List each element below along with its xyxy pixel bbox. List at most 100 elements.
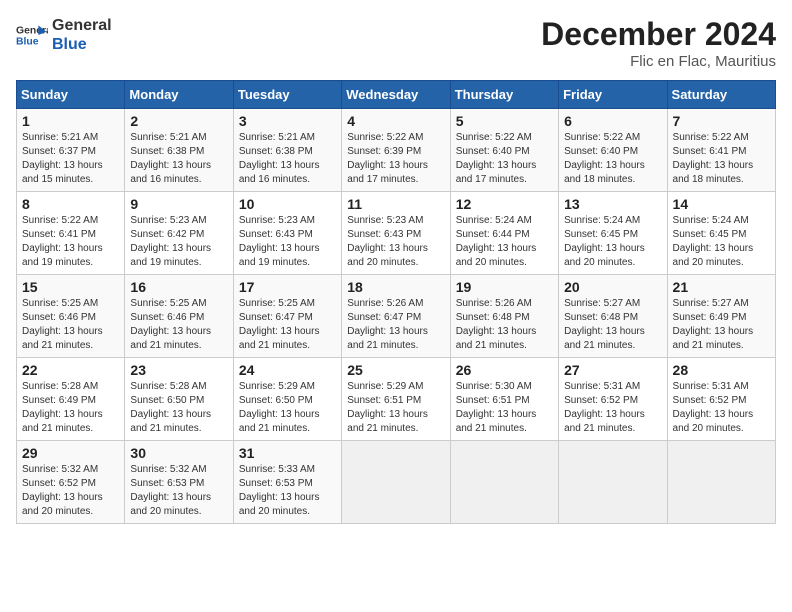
calendar-cell: 6 Sunrise: 5:22 AMSunset: 6:40 PMDaylight… [559,109,667,192]
day-detail: Sunrise: 5:21 AMSunset: 6:38 PMDaylight:… [239,131,336,187]
day-detail: Sunrise: 5:24 AMSunset: 6:45 PMDaylight:… [673,214,770,270]
calendar-cell: 20 Sunrise: 5:27 AMSunset: 6:48 PMDayligh… [559,275,667,358]
calendar-week-row: 29Sunrise: 5:32 AMSunset: 6:52 PMDayligh… [17,441,776,524]
day-detail: Sunrise: 5:25 AMSunset: 6:46 PMDaylight:… [22,297,119,353]
calendar-cell: 16 Sunrise: 5:25 AMSunset: 6:46 PMDayligh… [125,275,233,358]
calendar-cell [559,441,667,524]
calendar-cell: 19Sunrise: 5:26 AMSunset: 6:48 PMDayligh… [450,275,558,358]
day-number: 17 [239,279,336,295]
calendar-cell: 17Sunrise: 5:25 AMSunset: 6:47 PMDayligh… [233,275,341,358]
day-detail: Sunrise: 5:27 AMSunset: 6:48 PMDaylight:… [564,297,661,353]
weekday-header-wednesday: Wednesday [342,81,450,109]
calendar-cell: 29Sunrise: 5:32 AMSunset: 6:52 PMDayligh… [17,441,125,524]
day-detail: Sunrise: 5:26 AMSunset: 6:47 PMDaylight:… [347,297,444,353]
day-detail: Sunrise: 5:21 AMSunset: 6:37 PMDaylight:… [22,131,119,187]
day-number: 13 [564,196,661,212]
day-number: 24 [239,362,336,378]
logo: General Blue General Blue [16,16,112,54]
day-number: 28 [673,362,770,378]
calendar-cell: 22 Sunrise: 5:28 AMSunset: 6:49 PMDayligh… [17,358,125,441]
location-title: Flic en Flac, Mauritius [541,53,776,70]
calendar-week-row: 22 Sunrise: 5:28 AMSunset: 6:49 PMDayligh… [17,358,776,441]
logo-wordmark: General Blue [52,16,112,54]
day-detail: Sunrise: 5:23 AMSunset: 6:43 PMDaylight:… [239,214,336,270]
calendar-cell: 8Sunrise: 5:22 AMSunset: 6:41 PMDaylight… [17,192,125,275]
day-detail: Sunrise: 5:31 AMSunset: 6:52 PMDaylight:… [564,380,661,436]
calendar-cell: 10 Sunrise: 5:23 AMSunset: 6:43 PMDayligh… [233,192,341,275]
header: General Blue General Blue December 2024 … [16,16,776,70]
calendar-cell: 11 Sunrise: 5:23 AMSunset: 6:43 PMDayligh… [342,192,450,275]
day-detail: Sunrise: 5:22 AMSunset: 6:40 PMDaylight:… [564,131,661,187]
calendar-cell: 30Sunrise: 5:32 AMSunset: 6:53 PMDayligh… [125,441,233,524]
day-detail: Sunrise: 5:29 AMSunset: 6:51 PMDaylight:… [347,380,444,436]
day-number: 18 [347,279,444,295]
calendar-cell: 7 Sunrise: 5:22 AMSunset: 6:41 PMDaylight… [667,109,775,192]
day-detail: Sunrise: 5:21 AMSunset: 6:38 PMDaylight:… [130,131,227,187]
calendar-cell: 12 Sunrise: 5:24 AMSunset: 6:44 PMDayligh… [450,192,558,275]
weekday-header-sunday: Sunday [17,81,125,109]
calendar-cell: 4 Sunrise: 5:22 AMSunset: 6:39 PMDaylight… [342,109,450,192]
day-number: 9 [130,196,227,212]
day-detail: Sunrise: 5:22 AMSunset: 6:39 PMDaylight:… [347,131,444,187]
weekday-header-friday: Friday [559,81,667,109]
day-number: 14 [673,196,770,212]
day-number: 22 [22,362,119,378]
calendar-cell [342,441,450,524]
calendar-week-row: 15Sunrise: 5:25 AMSunset: 6:46 PMDayligh… [17,275,776,358]
logo-icon: General Blue [16,19,48,51]
month-title: December 2024 [541,16,776,53]
day-number: 12 [456,196,553,212]
day-number: 11 [347,196,444,212]
day-detail: Sunrise: 5:24 AMSunset: 6:44 PMDaylight:… [456,214,553,270]
calendar-cell: 15Sunrise: 5:25 AMSunset: 6:46 PMDayligh… [17,275,125,358]
day-number: 3 [239,113,336,129]
calendar-cell: 25Sunrise: 5:29 AMSunset: 6:51 PMDayligh… [342,358,450,441]
calendar-cell [450,441,558,524]
day-detail: Sunrise: 5:24 AMSunset: 6:45 PMDaylight:… [564,214,661,270]
day-number: 10 [239,196,336,212]
day-number: 8 [22,196,119,212]
day-detail: Sunrise: 5:33 AMSunset: 6:53 PMDaylight:… [239,463,336,519]
day-number: 4 [347,113,444,129]
calendar-cell: 26 Sunrise: 5:30 AMSunset: 6:51 PMDayligh… [450,358,558,441]
svg-text:Blue: Blue [16,37,39,48]
day-number: 16 [130,279,227,295]
calendar-cell: 5 Sunrise: 5:22 AMSunset: 6:40 PMDaylight… [450,109,558,192]
day-detail: Sunrise: 5:27 AMSunset: 6:49 PMDaylight:… [673,297,770,353]
day-number: 6 [564,113,661,129]
calendar-cell: 24Sunrise: 5:29 AMSunset: 6:50 PMDayligh… [233,358,341,441]
day-detail: Sunrise: 5:25 AMSunset: 6:46 PMDaylight:… [130,297,227,353]
calendar-cell: 31 Sunrise: 5:33 AMSunset: 6:53 PMDayligh… [233,441,341,524]
day-number: 2 [130,113,227,129]
day-detail: Sunrise: 5:32 AMSunset: 6:52 PMDaylight:… [22,463,119,519]
day-number: 26 [456,362,553,378]
logo-blue: Blue [52,36,87,53]
day-number: 1 [22,113,119,129]
calendar-cell: 18 Sunrise: 5:26 AMSunset: 6:47 PMDayligh… [342,275,450,358]
day-detail: Sunrise: 5:26 AMSunset: 6:48 PMDaylight:… [456,297,553,353]
calendar-cell [667,441,775,524]
day-detail: Sunrise: 5:28 AMSunset: 6:49 PMDaylight:… [22,380,119,436]
day-number: 7 [673,113,770,129]
day-detail: Sunrise: 5:23 AMSunset: 6:42 PMDaylight:… [130,214,227,270]
day-detail: Sunrise: 5:23 AMSunset: 6:43 PMDaylight:… [347,214,444,270]
title-area: December 2024 Flic en Flac, Mauritius [541,16,776,70]
calendar-cell: 13 Sunrise: 5:24 AMSunset: 6:45 PMDayligh… [559,192,667,275]
day-number: 5 [456,113,553,129]
day-detail: Sunrise: 5:22 AMSunset: 6:41 PMDaylight:… [673,131,770,187]
calendar-cell: 3 Sunrise: 5:21 AMSunset: 6:38 PMDaylight… [233,109,341,192]
day-detail: Sunrise: 5:22 AMSunset: 6:40 PMDaylight:… [456,131,553,187]
day-detail: Sunrise: 5:30 AMSunset: 6:51 PMDaylight:… [456,380,553,436]
calendar-cell: 1 Sunrise: 5:21 AMSunset: 6:37 PMDaylight… [17,109,125,192]
day-detail: Sunrise: 5:31 AMSunset: 6:52 PMDaylight:… [673,380,770,436]
weekday-header-tuesday: Tuesday [233,81,341,109]
day-number: 31 [239,445,336,461]
calendar-cell: 23 Sunrise: 5:28 AMSunset: 6:50 PMDayligh… [125,358,233,441]
logo-general: General [52,17,112,34]
day-number: 23 [130,362,227,378]
day-detail: Sunrise: 5:32 AMSunset: 6:53 PMDaylight:… [130,463,227,519]
day-number: 20 [564,279,661,295]
calendar-week-row: 1 Sunrise: 5:21 AMSunset: 6:37 PMDaylight… [17,109,776,192]
calendar-week-row: 8Sunrise: 5:22 AMSunset: 6:41 PMDaylight… [17,192,776,275]
day-detail: Sunrise: 5:28 AMSunset: 6:50 PMDaylight:… [130,380,227,436]
